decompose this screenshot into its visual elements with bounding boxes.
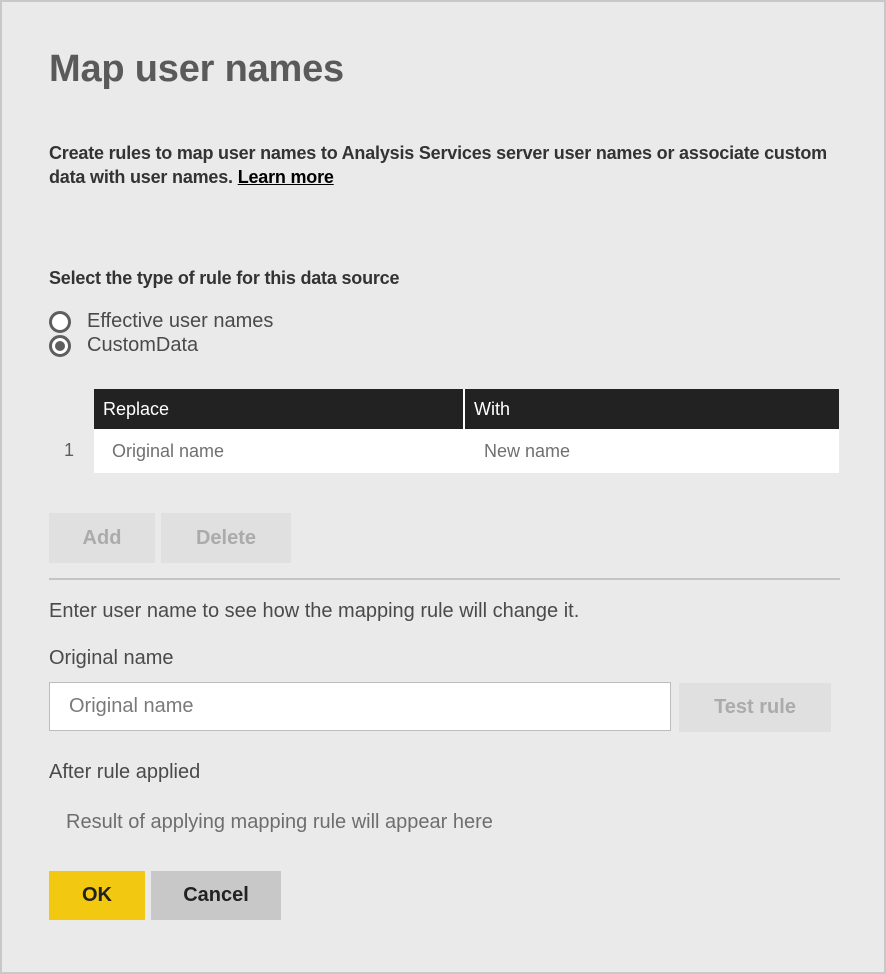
- replace-cell[interactable]: Original name: [94, 429, 466, 473]
- radio-label: Effective user names: [87, 310, 274, 332]
- map-user-names-dialog: Map user names Create rules to map user …: [0, 0, 886, 974]
- original-name-label: Original name: [49, 647, 174, 669]
- radio-effective-user-names[interactable]: Effective user names: [49, 310, 273, 333]
- column-header-replace: Replace: [94, 389, 465, 429]
- original-name-input[interactable]: [49, 682, 671, 731]
- rule-type-label: Select the type of rule for this data so…: [49, 268, 400, 288]
- learn-more-link[interactable]: Learn more: [238, 167, 334, 187]
- radio-label: CustomData: [87, 334, 199, 356]
- radio-customdata[interactable]: CustomData: [49, 334, 198, 357]
- test-rule-button[interactable]: Test rule: [679, 683, 831, 732]
- radio-button[interactable]: [49, 310, 71, 333]
- add-button[interactable]: Add: [49, 513, 155, 563]
- dialog-title: Map user names: [49, 48, 344, 90]
- after-rule-label: After rule applied: [49, 761, 201, 783]
- ok-button[interactable]: OK: [49, 871, 145, 920]
- test-help-text: Enter user name to see how the mapping r…: [49, 600, 580, 622]
- dialog-description: Create rules to map user names to Analys…: [49, 141, 839, 189]
- column-header-with: With: [474, 399, 510, 419]
- result-text: Result of applying mapping rule will app…: [66, 811, 493, 833]
- table-header: Replace With: [94, 389, 839, 429]
- mapping-table: Replace With Original name New name: [94, 389, 839, 473]
- description-text: Create rules to map user names to Analys…: [49, 143, 827, 187]
- section-divider: [49, 578, 840, 580]
- table-row: Original name New name: [94, 429, 839, 473]
- with-cell[interactable]: New name: [466, 429, 839, 473]
- delete-button[interactable]: Delete: [161, 513, 291, 563]
- cancel-button[interactable]: Cancel: [151, 871, 281, 920]
- radio-button-selected[interactable]: [49, 334, 71, 357]
- row-number: 1: [64, 440, 75, 460]
